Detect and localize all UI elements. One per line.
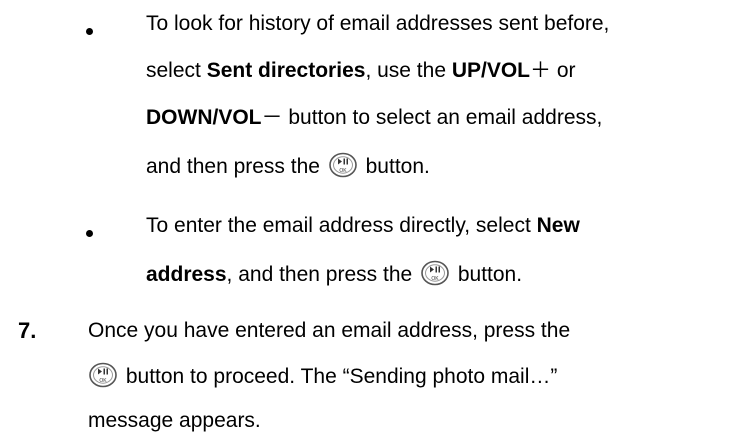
- up-vol-term: UP/VOL: [451, 59, 531, 82]
- step-7-line-1: Once you have entered an email address, …: [88, 318, 570, 344]
- step-7-line-3: message appears.: [88, 408, 261, 434]
- bullet-2-line-1: To enter the email address directly, sel…: [146, 213, 580, 239]
- new-address-term: address: [146, 263, 227, 286]
- minus-symbol: －: [261, 106, 283, 129]
- svg-text:OK: OK: [99, 378, 107, 384]
- text: button to proceed. The “Sending photo ma…: [120, 365, 558, 388]
- bullet-1-line-4: and then press the OK button.: [146, 152, 430, 180]
- text: and then press the: [146, 155, 326, 178]
- bullet-1-line-3: DOWN/VOL－ button to select an email addr…: [146, 105, 602, 131]
- svg-text:OK: OK: [339, 168, 347, 174]
- play-pause-ok-button-icon: OK: [420, 260, 450, 286]
- text: message appears.: [88, 409, 261, 432]
- bullet-marker: [86, 28, 93, 35]
- play-pause-ok-button-icon: OK: [328, 152, 358, 178]
- text: button.: [452, 263, 523, 286]
- text: , and then press the: [226, 263, 419, 286]
- step-number: 7.: [18, 318, 37, 343]
- text: select: [146, 59, 207, 82]
- text: To enter the email address directly, sel…: [146, 214, 537, 237]
- play-pause-ok-button-icon: OK: [88, 362, 118, 388]
- bullet-1-line-2: select Sent directories, use the UP/VOL＋…: [146, 58, 576, 84]
- plus-symbol: ＋: [530, 59, 552, 82]
- svg-text:OK: OK: [431, 276, 439, 282]
- bullet-marker: [86, 230, 93, 237]
- new-address-term: New: [536, 214, 580, 237]
- text: button to select an email address,: [282, 106, 603, 129]
- down-vol-term: DOWN/VOL: [146, 106, 262, 129]
- text: To look for history of email addresses s…: [146, 12, 610, 35]
- bullet-1-line-1: To look for history of email addresses s…: [146, 11, 609, 37]
- text: Once you have entered an email address, …: [88, 319, 571, 342]
- text: , use the: [365, 59, 452, 82]
- text: button.: [359, 155, 430, 178]
- step-7-line-2: OK button to proceed. The “Sending photo…: [86, 362, 557, 390]
- bullet-2-line-2: address, and then press the OK button.: [146, 260, 522, 288]
- sent-directories-term: Sent directories: [206, 59, 366, 82]
- text: or: [551, 59, 576, 82]
